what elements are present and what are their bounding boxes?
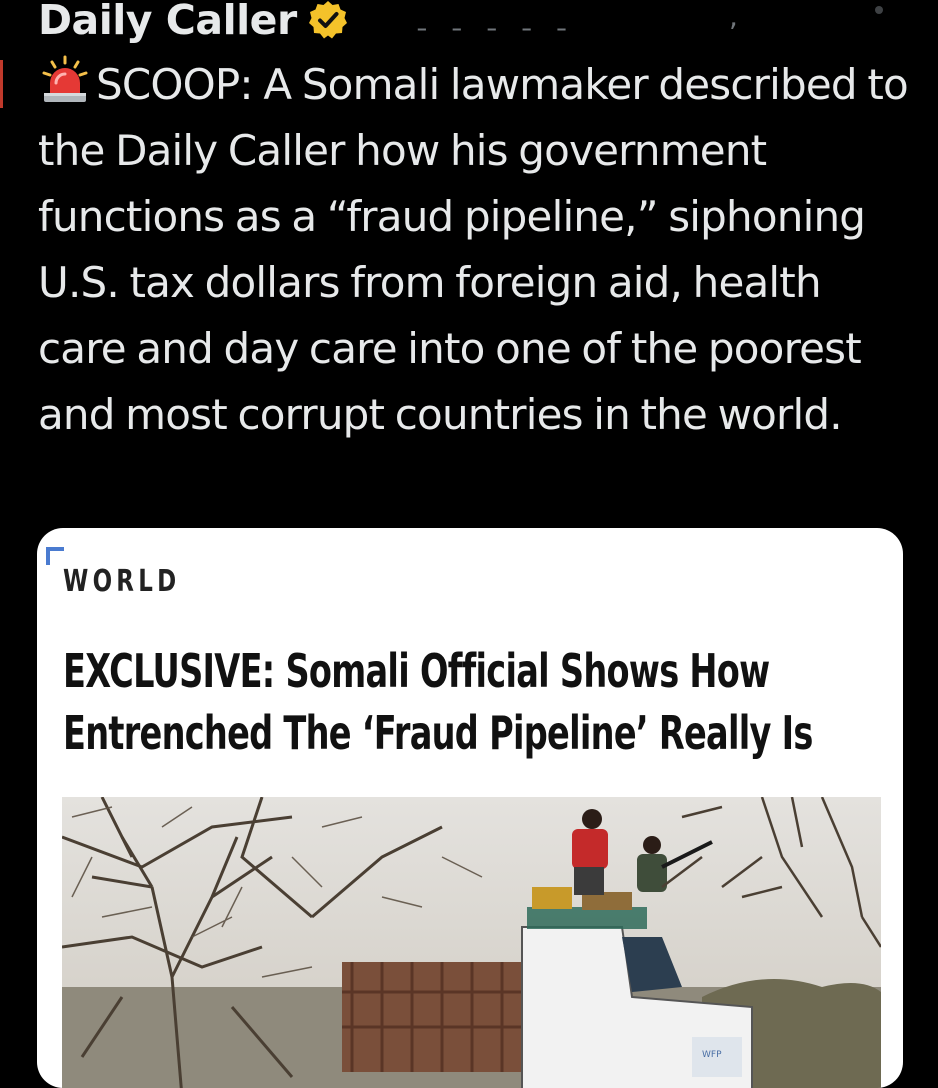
author-handle-fragment: ´ ˍ ˍ ˍ ˍ ˍ ` ` ` ´ , xyxy=(380,18,780,42)
tweet-text: SCOOP: A Somali lawmaker described to th… xyxy=(38,52,909,448)
more-options-icon[interactable] xyxy=(875,6,883,14)
verified-badge-icon xyxy=(308,1,347,39)
thread-line xyxy=(0,60,3,108)
tweet-body: SCOOP: A Somali lawmaker described to th… xyxy=(38,60,909,439)
link-preview-card[interactable]: WORLD EXCLUSIVE: Somali Official Shows H… xyxy=(37,528,903,1088)
corner-mark xyxy=(46,547,64,565)
police-siren-icon xyxy=(42,55,88,102)
truck-logo: WFP xyxy=(702,1050,722,1060)
article-headline[interactable]: EXCLUSIVE: Somali Official Shows How Ent… xyxy=(63,640,866,764)
photo-scene: WFP xyxy=(62,797,881,1088)
tweet-header: Daily Caller xyxy=(38,0,349,48)
author-name[interactable]: Daily Caller xyxy=(38,0,297,44)
article-photo[interactable]: WFP xyxy=(62,797,881,1088)
section-label: WORLD xyxy=(63,564,181,599)
